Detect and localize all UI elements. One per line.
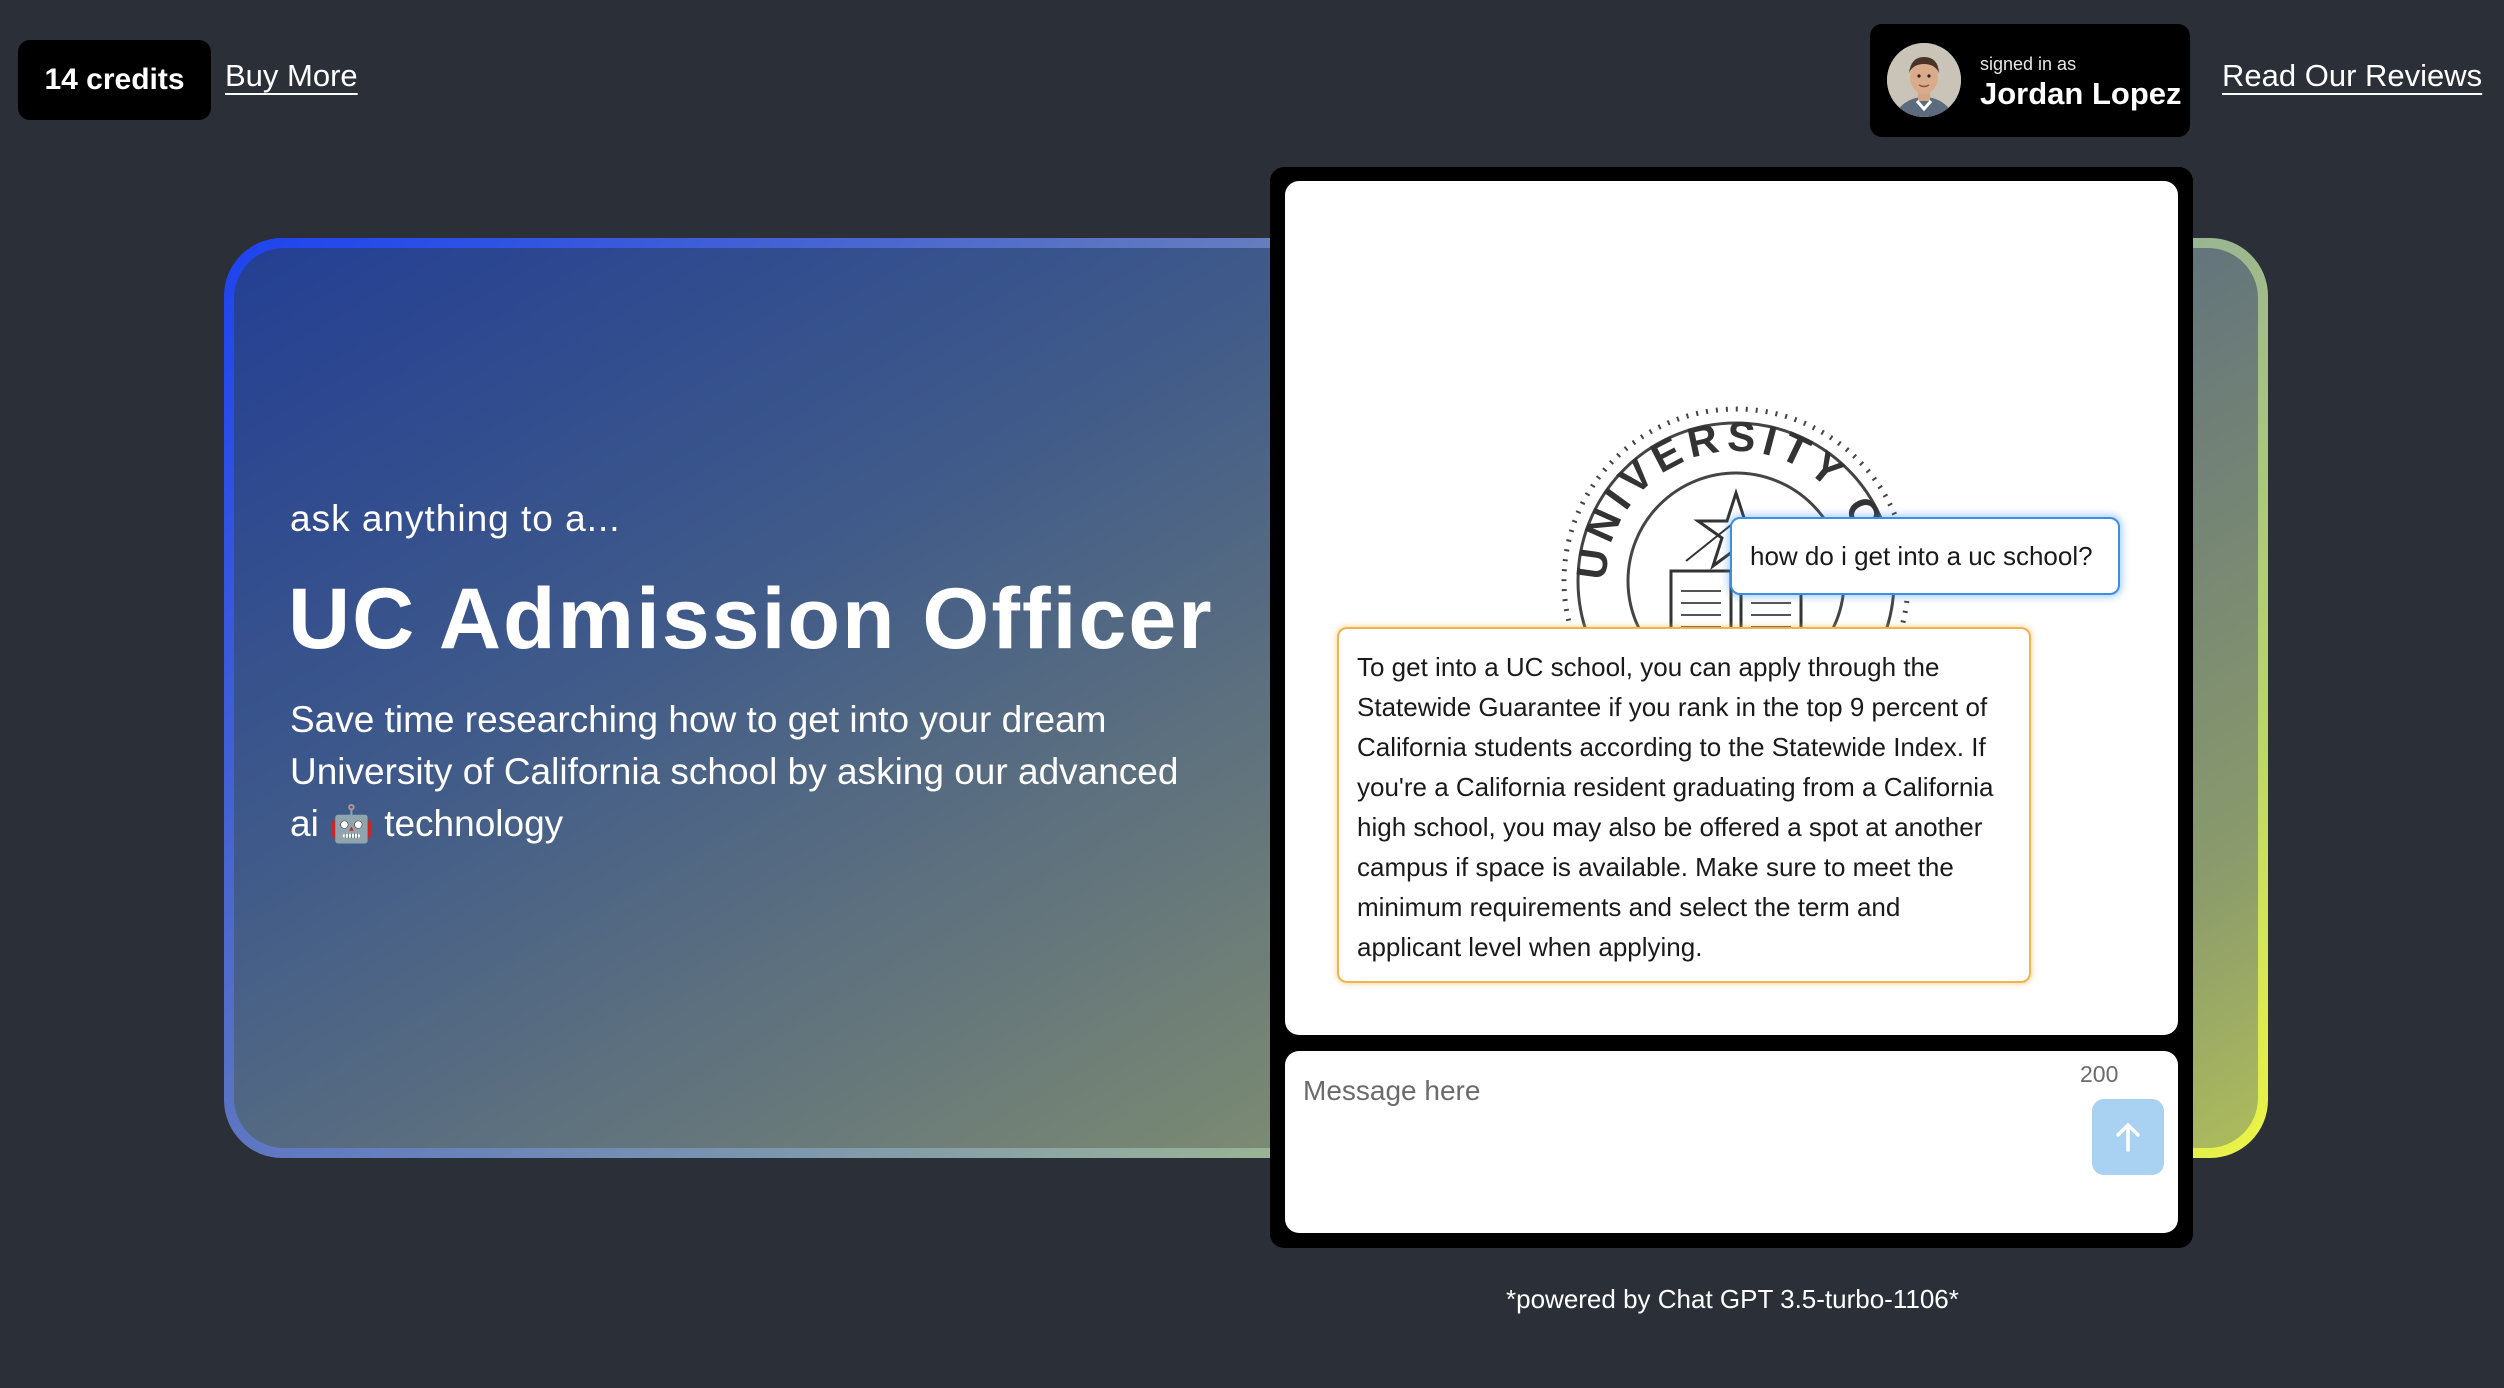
user-card[interactable]: signed in as Jordan Lopez bbox=[1870, 24, 2190, 137]
ai-message-bubble: To get into a UC school, you can apply t… bbox=[1337, 627, 2031, 983]
hero-description: Save time researching how to get into yo… bbox=[290, 694, 1190, 850]
powered-by-note: *powered by Chat GPT 3.5-turbo-1106* bbox=[1506, 1284, 1959, 1314]
user-message-text: how do i get into a uc school? bbox=[1750, 540, 2093, 571]
ai-message-text: To get into a UC school, you can apply t… bbox=[1357, 652, 1994, 962]
credits-label: 14 credits bbox=[44, 63, 185, 96]
chat-messages-area: UNIVERSITY OF CA how do i get into a uc … bbox=[1285, 181, 2178, 1035]
message-composer: 200 bbox=[1285, 1051, 2178, 1233]
hero-description-text-end: technology bbox=[384, 803, 564, 844]
user-message-bubble: how do i get into a uc school? bbox=[1730, 517, 2120, 595]
credits-badge: 14 credits bbox=[18, 40, 211, 120]
char-count: 200 bbox=[2080, 1061, 2119, 1087]
send-button[interactable] bbox=[2092, 1099, 2164, 1175]
signed-in-label: signed in as bbox=[1980, 54, 2077, 74]
avatar bbox=[1887, 43, 1961, 117]
page-title: UC Admission Officer bbox=[288, 571, 1214, 667]
message-input[interactable] bbox=[1303, 1071, 2043, 1111]
arrow-up-icon bbox=[2116, 1123, 2140, 1152]
avatar-photo-icon bbox=[1887, 43, 1961, 117]
user-name: Jordan Lopez bbox=[1980, 76, 2182, 111]
buy-more-link[interactable]: Buy More bbox=[225, 58, 358, 94]
robot-icon: 🤖 bbox=[329, 803, 374, 844]
read-reviews-link[interactable]: Read Our Reviews bbox=[2222, 58, 2482, 94]
hero-eyebrow: ask anything to a... bbox=[290, 498, 621, 539]
